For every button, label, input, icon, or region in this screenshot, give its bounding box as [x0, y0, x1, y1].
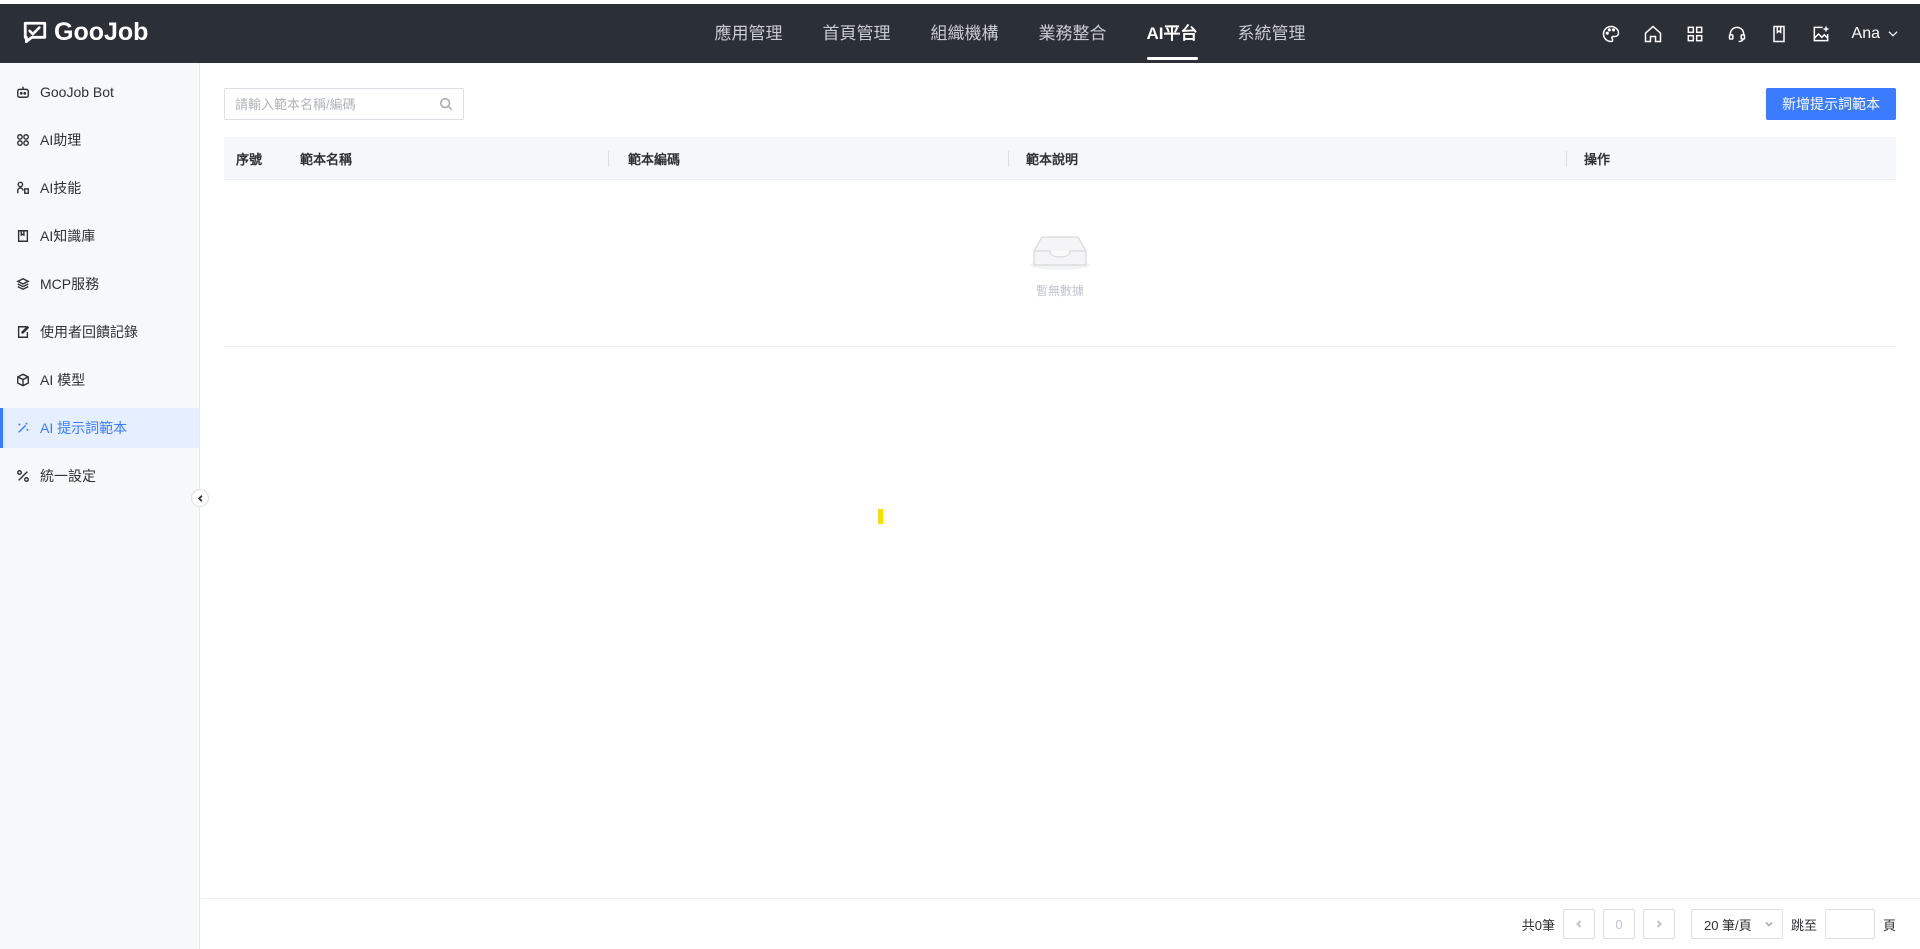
nav-ai-platform[interactable]: AI平台: [1146, 4, 1198, 63]
robot-icon: [17, 86, 29, 98]
magic-wand-icon: [18, 422, 29, 433]
sidebar-item-label: MCP服務: [40, 276, 100, 292]
prev-page-button[interactable]: [1562, 909, 1595, 939]
next-page-button[interactable]: [1642, 909, 1675, 939]
nav-system-management[interactable]: 系統管理: [1238, 4, 1306, 63]
page-size-value: 20 筆/頁: [1703, 917, 1752, 933]
sidebar-item-user-feedback[interactable]: 使用者回饋記錄: [0, 312, 199, 352]
column-header-index: 序號: [236, 151, 263, 167]
empty-text: 暫無數據: [1035, 284, 1084, 298]
table-empty-state: 暫無數據: [224, 180, 1896, 347]
pagination-total: 共0筆: [1521, 917, 1555, 933]
apps-grid-icon[interactable]: [1684, 23, 1706, 45]
sidebar-item-mcp-service[interactable]: MCP服務: [0, 264, 199, 304]
search-icon[interactable]: [439, 97, 453, 111]
chevron-down-icon: [1888, 30, 1898, 37]
top-toolbar: Ana: [1600, 4, 1900, 63]
sidebar-item-label: AI 模型: [40, 372, 86, 388]
chevron-left-icon: [1576, 920, 1582, 928]
current-page[interactable]: 0: [1602, 909, 1635, 939]
image-add-icon[interactable]: [1810, 23, 1832, 45]
text-cursor-marker: [878, 509, 883, 524]
user-name: Ana: [1851, 24, 1880, 42]
home-icon[interactable]: [1642, 23, 1664, 45]
tools-icon: [17, 470, 29, 482]
sidebar-item-label: GooJob Bot: [40, 84, 114, 100]
add-prompt-template-button[interactable]: 新增提示詞範本: [1766, 88, 1896, 120]
jump-label: 跳至: [1790, 917, 1817, 933]
sidebar-item-label: 統一設定: [40, 468, 96, 484]
nav-organization[interactable]: 組織機構: [931, 4, 999, 63]
column-header-actions: 操作: [1566, 137, 1896, 179]
main-content: 新增提示詞範本 序號 範本名稱 範本編碼 範本說明 操作 暫無數據 共0筆 0: [201, 63, 1920, 949]
sidebar-item-label: AI技能: [40, 180, 82, 196]
empty-inbox-icon: [1028, 227, 1092, 276]
page-size-select[interactable]: 20 筆/頁: [1690, 909, 1783, 939]
sidebar-item-label: 使用者回饋記錄: [40, 324, 138, 340]
top-navigation-bar: GooJob 應用管理 首頁管理 組織機構 業務整合 AI平台 系統管理 Ana: [0, 0, 1920, 63]
support-icon[interactable]: [1726, 23, 1748, 45]
sidebar-item-ai-model[interactable]: AI 模型: [0, 360, 199, 400]
chevron-down-icon: [1765, 921, 1773, 927]
nav-home-management[interactable]: 首頁管理: [823, 4, 891, 63]
sidebar: GooJob Bot AI助理 AI技能 AI知識庫 MCP服務 使用者回饋記錄…: [0, 63, 200, 949]
search-input[interactable]: [235, 96, 439, 112]
sidebar-item-ai-skill[interactable]: AI技能: [0, 168, 199, 208]
book-icon[interactable]: [1768, 23, 1790, 45]
column-header-template-name: 範本名稱: [300, 151, 353, 167]
sidebar-item-ai-prompt-template[interactable]: AI 提示詞範本: [0, 408, 199, 448]
column-header-template-description: 範本說明: [1008, 137, 1566, 179]
template-table: 序號 範本名稱 範本編碼 範本說明 操作 暫無數據: [224, 137, 1896, 347]
skill-icon: [17, 181, 29, 194]
edit-note-icon: [17, 325, 30, 338]
pagination: 共0筆 0 20 筆/頁 跳至 頁: [201, 898, 1920, 949]
palette-icon[interactable]: [1600, 23, 1622, 45]
sidebar-item-unified-settings[interactable]: 統一設定: [0, 456, 199, 496]
sidebar-item-ai-assistant[interactable]: AI助理: [0, 120, 199, 160]
page-suffix: 頁: [1882, 917, 1896, 933]
table-header: 序號 範本名稱 範本編碼 範本說明 操作: [224, 137, 1896, 180]
sidebar-item-label: AI知識庫: [40, 228, 96, 244]
column-header-template-code: 範本編碼: [608, 137, 1008, 179]
nav-app-management[interactable]: 應用管理: [715, 4, 783, 63]
chevron-right-icon: [1656, 920, 1662, 928]
sidebar-item-goojob-bot[interactable]: GooJob Bot: [0, 72, 199, 112]
nav-business-integration[interactable]: 業務整合: [1039, 4, 1107, 63]
sidebar-item-label: AI助理: [40, 132, 82, 148]
user-menu[interactable]: Ana: [1852, 25, 1900, 43]
jump-page-input[interactable]: [1824, 909, 1875, 939]
search-box[interactable]: [224, 88, 464, 120]
grid-icon: [17, 134, 29, 146]
sidebar-item-label: AI 提示詞範本: [40, 420, 128, 436]
book-icon: [17, 230, 29, 242]
layers-icon: [16, 277, 30, 291]
cube-icon: [17, 373, 29, 387]
sidebar-item-ai-knowledge-base[interactable]: AI知識庫: [0, 216, 199, 256]
